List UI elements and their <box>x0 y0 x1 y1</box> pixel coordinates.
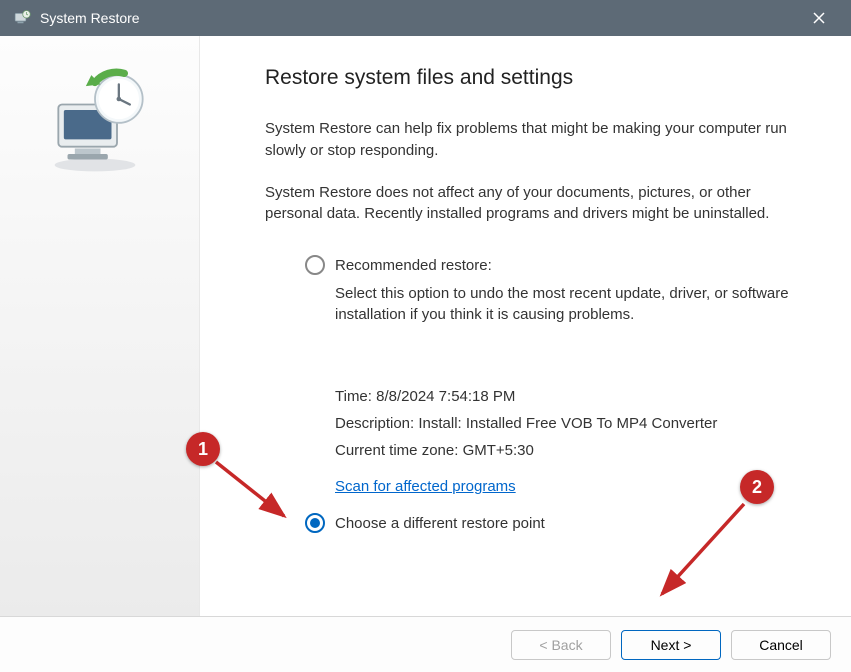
system-restore-icon <box>12 8 32 28</box>
back-button[interactable]: < Back <box>511 630 611 660</box>
recommended-restore-label: Recommended restore: <box>335 257 492 274</box>
recommended-restore-description: Select this option to undo the most rece… <box>335 283 791 325</box>
recommended-restore-radio[interactable]: Recommended restore: <box>305 255 791 275</box>
description-para-1: System Restore can help fix problems tha… <box>265 118 791 162</box>
restore-options: Recommended restore: Select this option … <box>305 255 791 533</box>
footer-button-bar: < Back Next > Cancel <box>0 616 851 672</box>
time-label: Time: <box>335 388 376 405</box>
different-restore-point-radio[interactable]: Choose a different restore point <box>305 513 791 533</box>
time-value: 8/8/2024 7:54:18 PM <box>376 388 515 405</box>
timezone-label: Current time zone: <box>335 442 463 459</box>
restore-timezone-row: Current time zone: GMT+5:30 <box>335 437 791 464</box>
content-area: Restore system files and settings System… <box>0 36 851 616</box>
timezone-value: GMT+5:30 <box>463 442 534 459</box>
description-para-2: System Restore does not affect any of yo… <box>265 182 791 226</box>
titlebar: System Restore <box>0 0 851 36</box>
cancel-button[interactable]: Cancel <box>731 630 831 660</box>
radio-checked-icon <box>305 513 325 533</box>
restore-point-details: Time: 8/8/2024 7:54:18 PM Description: I… <box>335 383 791 464</box>
description-value: Install: Installed Free VOB To MP4 Conve… <box>418 415 717 432</box>
page-heading: Restore system files and settings <box>265 66 791 90</box>
annotation-marker-2: 2 <box>740 470 774 504</box>
radio-unchecked-icon <box>305 255 325 275</box>
wizard-left-pane <box>0 36 200 616</box>
close-button[interactable] <box>799 0 839 36</box>
next-button[interactable]: Next > <box>621 630 721 660</box>
restore-wizard-icon <box>40 66 150 176</box>
annotation-marker-1: 1 <box>186 432 220 466</box>
window-title: System Restore <box>40 10 799 26</box>
description-label: Description: <box>335 415 418 432</box>
different-restore-point-label: Choose a different restore point <box>335 515 545 532</box>
main-pane: Restore system files and settings System… <box>200 36 851 616</box>
scan-affected-programs-link[interactable]: Scan for affected programs <box>335 478 516 495</box>
restore-description-row: Description: Install: Installed Free VOB… <box>335 410 791 437</box>
restore-time-row: Time: 8/8/2024 7:54:18 PM <box>335 383 791 410</box>
